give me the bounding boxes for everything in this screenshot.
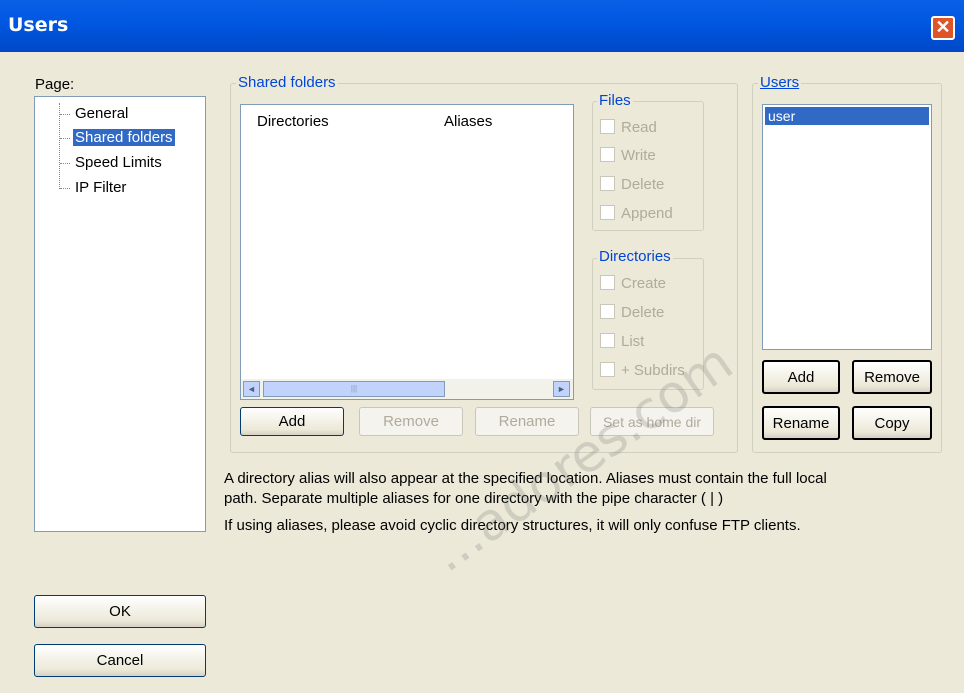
ok-button[interactable]: OK [34,595,206,628]
remove-user-button[interactable]: Remove [852,360,932,394]
users-title: Users [758,74,802,91]
close-icon: ✕ [935,17,951,37]
cancel-button[interactable]: Cancel [34,644,206,677]
tree-branch [60,138,70,139]
tree-branch [60,163,70,164]
files-title: Files [597,92,633,109]
delete-file-checkbox[interactable]: Delete [600,176,664,193]
tree-branch [60,114,70,115]
add-folder-button[interactable]: Add [240,407,344,436]
window-title: Users [8,14,69,36]
tree-item-general[interactable]: General [75,105,128,122]
grip-icon: ||| [350,384,358,393]
tree-item-speed-limits[interactable]: Speed Limits [75,154,162,171]
read-checkbox[interactable]: Read [600,119,657,136]
arrow-right-icon: ► [557,384,566,394]
scroll-thumb[interactable]: ||| [263,381,445,397]
users-dialog: Users ✕ Page: General Shared folders Spe… [0,0,964,693]
delete-dir-checkbox[interactable]: Delete [600,304,664,321]
page-label: Page: [35,76,75,93]
scroll-right-button[interactable]: ► [553,381,570,397]
rename-folder-button[interactable]: Rename [475,407,579,436]
tree-branch [60,188,70,189]
create-checkbox[interactable]: Create [600,275,666,292]
shared-folders-list[interactable]: Directories Aliases ◄ ||| ► [240,104,574,400]
rename-user-button[interactable]: Rename [762,406,840,440]
copy-user-button[interactable]: Copy [852,406,932,440]
list-checkbox[interactable]: List [600,333,644,350]
users-list[interactable]: user [762,104,932,350]
remove-folder-button[interactable]: Remove [359,407,463,436]
title-bar[interactable]: Users ✕ [0,0,964,52]
directories-title: Directories [597,248,673,265]
shared-folders-title: Shared folders [236,74,338,91]
page-tree[interactable]: General Shared folders Speed Limits IP F… [34,96,206,532]
write-checkbox[interactable]: Write [600,147,656,164]
close-button[interactable]: ✕ [931,16,955,40]
add-user-button[interactable]: Add [762,360,840,394]
tree-connector [59,103,60,189]
tree-item-ip-filter[interactable]: IP Filter [75,179,126,196]
user-list-item[interactable]: user [765,107,929,125]
arrow-left-icon: ◄ [247,384,256,394]
column-header-aliases[interactable]: Aliases [444,113,492,130]
column-header-directories[interactable]: Directories [257,113,329,130]
append-checkbox[interactable]: Append [600,205,673,222]
scroll-left-button[interactable]: ◄ [243,381,260,397]
horizontal-scrollbar[interactable]: ◄ ||| ► [241,379,573,399]
tree-item-shared-folders[interactable]: Shared folders [73,129,175,146]
